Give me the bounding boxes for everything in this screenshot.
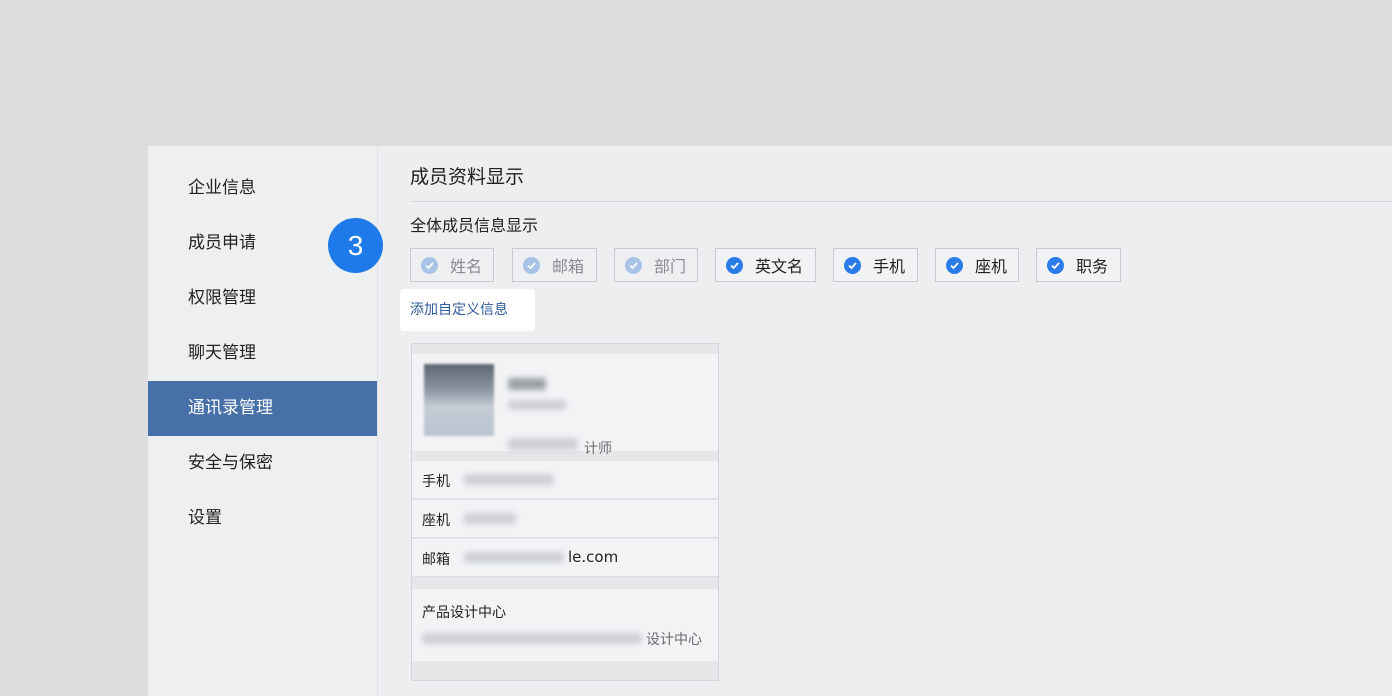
email-tail: le.com (568, 548, 619, 566)
field-label: 手机 (873, 257, 906, 276)
field-label: 英文名 (755, 257, 804, 276)
sidebar-item-settings[interactable]: 设置 (148, 491, 377, 546)
card-row-mobile: 手机 (412, 461, 718, 499)
check-icon (726, 256, 743, 274)
sidebar-item-security[interactable]: 安全与保密 (148, 436, 377, 491)
card-row-landline: 座机 (412, 500, 718, 538)
field-label: 邮箱 (552, 257, 585, 276)
field-checkbox-name[interactable]: 姓名 (410, 248, 494, 282)
field-checkbox-mobile[interactable]: 手机 (833, 248, 918, 282)
position-tail: 计师 (584, 441, 612, 457)
check-icon (844, 256, 861, 274)
step-badge: 3 (328, 218, 383, 273)
sidebar-item-chat-management[interactable]: 聊天管理 (148, 326, 377, 381)
department-title: 产品设计中心 (422, 605, 506, 621)
field-checkbox-department[interactable]: 部门 (614, 248, 698, 282)
field-checkbox-job-title[interactable]: 职务 (1036, 248, 1121, 282)
card-header: 计师 (412, 354, 718, 457)
check-icon (946, 256, 963, 274)
row-label: 手机 (422, 474, 450, 490)
sidebar-item-contacts-management[interactable]: 通讯录管理 (148, 381, 377, 436)
add-custom-info-link[interactable]: 添加自定义信息 (400, 289, 535, 331)
row-label: 座机 (422, 513, 450, 529)
blurred-value (464, 474, 554, 485)
field-label: 部门 (654, 257, 687, 276)
title-divider (410, 201, 1392, 202)
field-label: 职务 (1076, 257, 1109, 276)
field-checkbox-email[interactable]: 邮箱 (512, 248, 597, 282)
check-icon (625, 256, 642, 274)
card-row-email: 邮箱 le.com (412, 539, 718, 577)
member-preview-card: 计师 手机 座机 邮箱 le.com 产品设计中心 设计中心 (411, 343, 719, 681)
field-label: 座机 (975, 257, 1008, 276)
blurred-position (508, 438, 578, 450)
main-panel: 成员资料显示 全体成员信息显示 姓名 邮箱 部门 英文名 手机 座机 职务 添加… (378, 146, 1392, 696)
blurred-value (464, 552, 564, 563)
field-label: 姓名 (450, 257, 483, 276)
check-icon (523, 256, 540, 274)
sidebar-item-company-info[interactable]: 企业信息 (148, 161, 377, 216)
avatar (424, 364, 494, 436)
department-path-tail: 设计中心 (646, 632, 702, 648)
row-label: 邮箱 (422, 552, 450, 568)
field-checkbox-landline[interactable]: 座机 (935, 248, 1019, 282)
blurred-name (508, 378, 546, 390)
page-title: 成员资料显示 (410, 166, 525, 188)
check-icon (1047, 256, 1064, 274)
check-icon (421, 256, 438, 274)
blurred-department-path (422, 633, 642, 644)
blurred-english-name (508, 400, 566, 410)
card-department: 产品设计中心 设计中心 (412, 589, 718, 661)
field-checkbox-english-name[interactable]: 英文名 (715, 248, 816, 282)
sidebar-item-permissions[interactable]: 权限管理 (148, 271, 377, 326)
blurred-value (464, 513, 516, 524)
section-title: 全体成员信息显示 (410, 216, 539, 235)
